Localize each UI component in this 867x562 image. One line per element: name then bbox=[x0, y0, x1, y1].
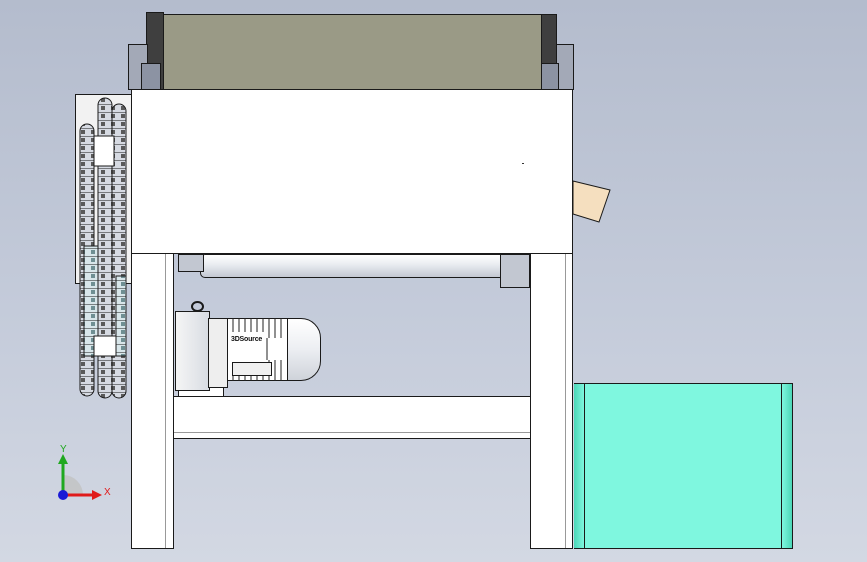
left-bearing-block[interactable] bbox=[141, 63, 161, 90]
crossbeam-inner-edge bbox=[174, 432, 530, 433]
motor-fan-cover[interactable] bbox=[287, 318, 321, 381]
lifting-eye[interactable] bbox=[191, 301, 204, 312]
chain-drive[interactable] bbox=[78, 96, 136, 402]
gearbox-flange[interactable] bbox=[208, 318, 228, 388]
hopper-right-edge bbox=[781, 384, 792, 548]
discharge-chute[interactable] bbox=[570, 176, 616, 224]
right-frame-leg[interactable] bbox=[530, 253, 573, 549]
motor-terminal-box[interactable] bbox=[232, 362, 272, 376]
left-frame-leg[interactable] bbox=[131, 253, 174, 549]
belt-surface[interactable] bbox=[163, 14, 543, 90]
hopper-bin[interactable] bbox=[574, 383, 793, 549]
right-leg-inner-edge bbox=[565, 254, 566, 548]
triad-x-label: X bbox=[104, 487, 111, 498]
housing-mark bbox=[522, 163, 524, 164]
gearbox[interactable] bbox=[175, 311, 210, 391]
left-roller-flange[interactable] bbox=[178, 254, 204, 272]
right-bearing-block[interactable] bbox=[541, 63, 559, 90]
left-leg-inner-edge bbox=[165, 254, 166, 548]
main-housing[interactable] bbox=[131, 89, 573, 254]
triad-y-label: Y bbox=[60, 444, 67, 455]
reference-triad[interactable]: Y X bbox=[50, 440, 120, 510]
right-roller-flange[interactable] bbox=[500, 254, 530, 288]
lower-roller[interactable] bbox=[200, 254, 505, 278]
hopper-left-edge bbox=[574, 384, 585, 548]
cad-viewport[interactable]: 3DSource Y X bbox=[0, 0, 867, 562]
